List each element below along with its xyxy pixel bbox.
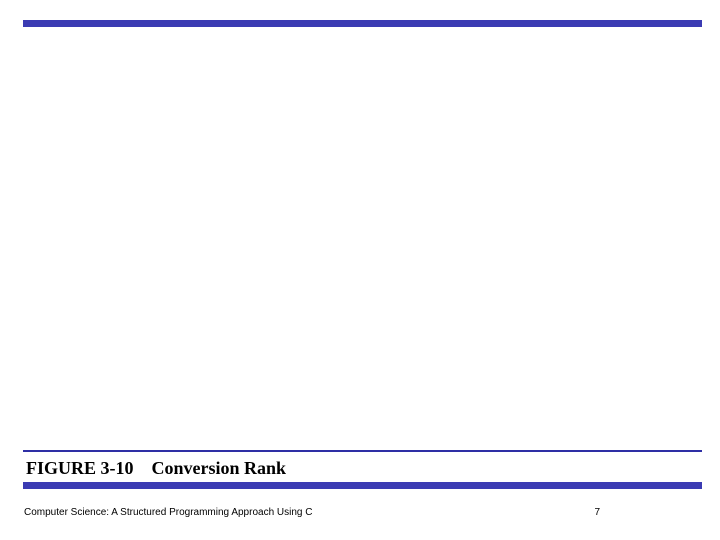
caption-bottom-rule — [23, 482, 702, 489]
top-border-rule — [23, 20, 702, 27]
figure-title: Conversion Rank — [152, 458, 287, 478]
footer-book-title: Computer Science: A Structured Programmi… — [24, 507, 312, 518]
footer-page-number: 7 — [594, 507, 600, 518]
figure-label: FIGURE 3-10 — [26, 458, 134, 478]
figure-caption: FIGURE 3-10 Conversion Rank — [26, 458, 286, 479]
caption-top-rule — [23, 450, 702, 452]
